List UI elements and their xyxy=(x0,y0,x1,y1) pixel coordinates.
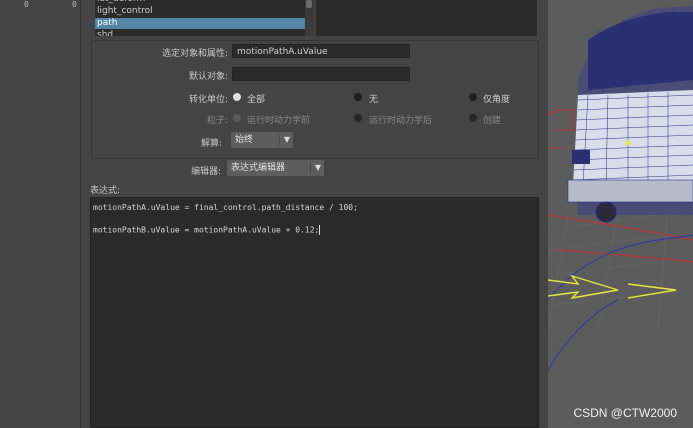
van-wireframe xyxy=(567,6,693,223)
floor-grid xyxy=(548,204,693,331)
expression-label: 表达式: xyxy=(90,186,121,196)
code-line: motionPathB.uValue = motionPathA.uValue … xyxy=(93,225,321,235)
default-object-label: 默认对象: xyxy=(188,72,228,82)
left-panel-strip: 0 0 xyxy=(0,0,80,428)
radio-runtime-before-label: 运行时动力学前 xyxy=(247,116,311,126)
attribute-list[interactable] xyxy=(316,0,537,36)
editor-label: 编辑器: xyxy=(190,167,221,177)
evaluate-dropdown-value: 始终 xyxy=(235,135,254,145)
object-list-scroll-thumb[interactable] xyxy=(306,0,312,8)
radio-runtime-after[interactable] xyxy=(354,114,362,122)
radio-none[interactable] xyxy=(354,93,362,101)
object-list[interactable]: lat_deform light_control path shd xyxy=(95,0,305,36)
list-item[interactable]: light_control xyxy=(97,6,153,17)
radio-angular-only-label: 仅角度 xyxy=(483,95,511,105)
list-item[interactable]: shd xyxy=(97,30,113,36)
radio-creation[interactable] xyxy=(469,114,477,122)
left-tick-value: 0 xyxy=(72,0,77,9)
list-item-selected[interactable]: path xyxy=(95,18,305,29)
left-tick-value: 0 xyxy=(24,0,29,9)
text-cursor xyxy=(319,225,321,235)
code-line: motionPathA.uValue = final_control.path_… xyxy=(93,203,358,212)
selected-object-label: 选定对象和属性: xyxy=(161,49,228,59)
evaluate-label: 解算: xyxy=(200,139,222,149)
dropdown-separator xyxy=(310,162,311,174)
radio-runtime-after-label: 运行时动力学后 xyxy=(369,116,433,126)
viewport-scene xyxy=(548,6,693,371)
expression-text-area[interactable]: motionPathA.uValue = final_control.path_… xyxy=(90,197,539,428)
radio-all-label: 全部 xyxy=(247,95,266,105)
motion-path-blue-lower xyxy=(548,299,619,371)
editor-dropdown[interactable]: 表达式编辑器 ▼ xyxy=(227,160,324,176)
default-object-field[interactable] xyxy=(232,67,410,81)
evaluate-dropdown[interactable]: 始终 ▼ xyxy=(231,132,293,148)
dropdown-separator xyxy=(279,134,280,146)
radio-creation-label: 创建 xyxy=(483,116,502,126)
viewport-3d[interactable]: CSDN @CTW2000 xyxy=(548,0,693,428)
convert-units-label: 转化单位: xyxy=(188,95,228,105)
watermark-text: CSDN @CTW2000 xyxy=(573,406,677,420)
radio-runtime-before[interactable] xyxy=(233,114,241,122)
selected-object-field[interactable]: motionPathA.uValue xyxy=(232,44,410,58)
editor-dropdown-value: 表达式编辑器 xyxy=(231,163,286,173)
chevron-down-icon: ▼ xyxy=(283,135,290,144)
chevron-down-icon: ▼ xyxy=(314,163,321,172)
radio-angular-only[interactable] xyxy=(469,93,477,101)
radio-all[interactable] xyxy=(233,93,241,101)
list-item[interactable]: lat_deform xyxy=(97,0,145,5)
radio-none-label: 无 xyxy=(369,95,379,105)
particle-label: 粒子: xyxy=(206,116,228,126)
